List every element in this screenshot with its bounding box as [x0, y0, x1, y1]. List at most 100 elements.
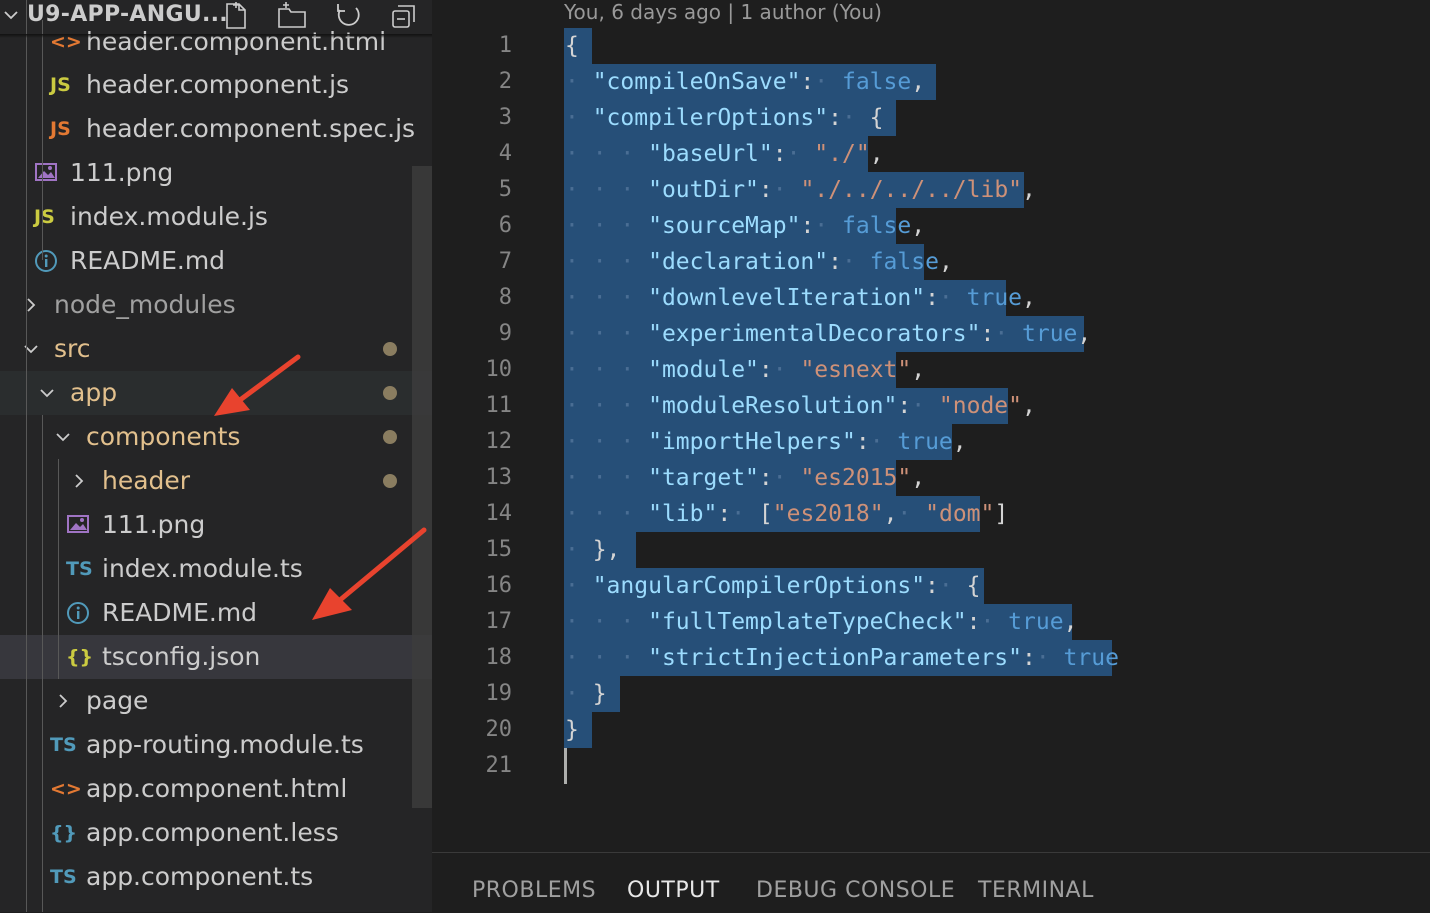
less-file-icon: {}	[50, 822, 78, 844]
whitespace-marker: ·	[786, 141, 815, 167]
code-line[interactable]: }	[565, 712, 579, 748]
folder-row[interactable]: app	[0, 371, 432, 415]
whitespace-marker: ·	[841, 105, 870, 131]
indent-guide	[42, 20, 43, 260]
whitespace-marker: ·	[565, 321, 593, 347]
chevron-right-icon[interactable]	[22, 296, 40, 314]
file-row[interactable]: JS index.module.js	[0, 195, 432, 239]
file-row[interactable]: TS index.module.ts	[0, 547, 432, 591]
tree-item-label: app.component.less	[86, 818, 339, 847]
code-token: true	[897, 429, 953, 455]
whitespace-marker: ·	[592, 429, 621, 455]
file-row[interactable]: README.md	[0, 591, 432, 635]
code-token: "node"	[938, 393, 1023, 419]
folder-row[interactable]: src	[0, 327, 432, 371]
file-row[interactable]: README.md	[0, 239, 432, 283]
line-number: 3	[498, 105, 512, 130]
file-row[interactable]: <> header.component.html	[0, 20, 432, 64]
code-token: "outDir"	[648, 177, 759, 203]
whitespace-marker: ·	[1035, 645, 1064, 671]
code-line[interactable]: · "compilerOptions":· {	[565, 100, 884, 136]
whitespace-marker: ·	[565, 609, 593, 635]
code-token: "./../../../lib"	[800, 177, 1023, 203]
file-row[interactable]: {} app.component.less	[0, 811, 432, 855]
whitespace-marker: ·	[620, 357, 649, 383]
folder-row[interactable]: node_modules	[0, 283, 432, 327]
file-row[interactable]: 111.png	[0, 151, 432, 195]
tab-output[interactable]: OUTPUT	[627, 878, 720, 903]
folder-row[interactable]: header	[0, 459, 432, 503]
code-line[interactable]: · · · "outDir":· "./../../../lib",	[565, 172, 1036, 208]
file-row[interactable]: TS app-routing.module.ts	[0, 723, 432, 767]
code-line[interactable]: · · · "experimentalDecorators":· true,	[565, 316, 1091, 352]
chevron-right-icon[interactable]	[70, 472, 88, 490]
code-line[interactable]: · },	[565, 532, 620, 568]
file-row[interactable]: JS header.component.js	[0, 63, 432, 107]
whitespace-marker: ·	[772, 357, 801, 383]
whitespace-marker: ·	[620, 321, 649, 347]
code-line[interactable]: · · · "sourceMap":· false,	[565, 208, 925, 244]
code-line[interactable]: · · · "target":· "es2015",	[565, 460, 925, 496]
file-row[interactable]: {} tsconfig.json	[0, 635, 432, 679]
code-token: ,	[911, 465, 926, 491]
chevron-down-icon[interactable]	[38, 384, 56, 402]
indent-guide	[42, 415, 43, 912]
whitespace-marker: ·	[565, 681, 593, 707]
file-row[interactable]: JS header.component.spec.js	[0, 107, 432, 151]
chevron-down-icon[interactable]	[54, 428, 72, 446]
sidebar-scrollbar[interactable]	[412, 166, 432, 808]
whitespace-marker: ·	[565, 141, 593, 167]
folder-row[interactable]: page	[0, 679, 432, 723]
whitespace-marker: ·	[592, 177, 621, 203]
code-token: ,	[1022, 285, 1036, 311]
tree-item-label: README.md	[70, 246, 226, 275]
code-line[interactable]: · "angularCompilerOptions":· {	[565, 568, 980, 604]
file-row[interactable]: 111.png	[0, 503, 432, 547]
code-line[interactable]: · · · "baseUrl":· "./",	[565, 136, 884, 172]
tree-item-label: tsconfig.json	[102, 642, 261, 671]
tree-item-label: header.component.js	[86, 70, 350, 99]
file-row[interactable]: <> app.component.html	[0, 767, 432, 811]
code-line[interactable]: {	[565, 28, 579, 64]
code-line[interactable]: · · · "fullTemplateTypeCheck":· true,	[565, 604, 1077, 640]
code-editor[interactable]: You, 6 days ago | 1 author (You) 1234567…	[432, 0, 1430, 852]
whitespace-marker: ·	[565, 501, 593, 527]
code-line[interactable]: · }	[565, 676, 607, 712]
code-line[interactable]: · · · "lib":· ["es2018",· "dom"]	[565, 496, 1008, 532]
code-token: true	[1063, 645, 1119, 671]
tab-problems[interactable]: PROBLEMS	[472, 878, 596, 903]
code-token: {	[565, 33, 579, 59]
code-line[interactable]: · · · "module":· "esnext",	[565, 352, 925, 388]
code-line[interactable]: · · · "downlevelIteration":· true,	[565, 280, 1036, 316]
whitespace-marker: ·	[620, 213, 649, 239]
git-blame-annotation[interactable]: You, 6 days ago | 1 author (You)	[564, 0, 882, 24]
tab-debug-console[interactable]: DEBUG CONSOLE	[756, 878, 955, 903]
code-token: :	[758, 177, 773, 203]
whitespace-marker: ·	[592, 213, 621, 239]
code-token: ]	[994, 501, 1009, 527]
chevron-down-icon[interactable]	[22, 340, 40, 358]
code-line[interactable]: · · · "strictInjectionParameters":· true	[565, 640, 1119, 676]
code-token: false	[869, 249, 939, 275]
tree-item-label: src	[54, 334, 91, 363]
code-token: true	[1022, 321, 1078, 347]
code-line[interactable]: · "compileOnSave":· false,	[565, 64, 925, 100]
whitespace-marker: ·	[938, 285, 967, 311]
whitespace-marker: ·	[565, 537, 593, 563]
code-line[interactable]: · · · "declaration":· false,	[565, 244, 953, 280]
code-token: ,	[1022, 393, 1036, 419]
tree-item-label: header.component.spec.js	[86, 114, 416, 143]
code-line[interactable]: · · · "moduleResolution":· "node",	[565, 388, 1036, 424]
chevron-right-icon[interactable]	[54, 692, 72, 710]
code-token: :	[758, 357, 773, 383]
whitespace-marker: ·	[565, 177, 593, 203]
tree-item-label: app	[70, 378, 118, 407]
folder-row[interactable]: components	[0, 415, 432, 459]
code-token: ,	[938, 249, 953, 275]
whitespace-marker: ·	[592, 357, 621, 383]
code-line[interactable]: · · · "importHelpers":· true,	[565, 424, 967, 460]
file-row[interactable]: TS app.component.ts	[0, 855, 432, 899]
git-modified-dot	[383, 342, 397, 356]
tab-terminal[interactable]: TERMINAL	[978, 878, 1094, 903]
tree-item-label: README.md	[102, 598, 258, 627]
